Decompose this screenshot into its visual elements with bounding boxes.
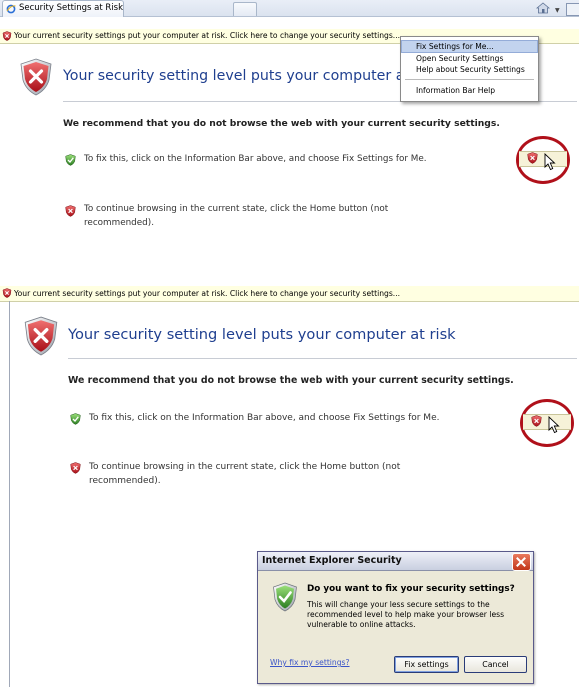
shield-x-icon <box>2 31 12 41</box>
shield-x-icon <box>24 316 58 356</box>
dialog-question: Do you want to fix your security setting… <box>307 584 515 594</box>
ie-logo-icon <box>6 4 16 14</box>
divider <box>68 358 577 359</box>
page-title: Your security setting level puts your co… <box>68 326 456 343</box>
tab-security-settings[interactable]: Security Settings at Risk <box>2 0 124 17</box>
tip-continue-line1: To continue browsing in the current stat… <box>84 204 389 214</box>
tip-fix-settings: To fix this, click on the Information Ba… <box>84 154 427 164</box>
information-bar[interactable]: Your current security settings put your … <box>0 286 579 302</box>
tip-continue-line2: recommended). <box>84 218 154 228</box>
cancel-button[interactable]: Cancel <box>464 656 527 673</box>
menu-item-open-security-settings[interactable]: Open Security Settings <box>402 53 537 64</box>
dialog-title: Internet Explorer Security <box>262 555 402 566</box>
shield-check-icon <box>65 154 76 166</box>
tab-title: Security Settings at Risk <box>19 3 124 13</box>
menu-item-fix-settings[interactable]: Fix Settings for Me... <box>401 40 538 53</box>
page-title: Your security setting level puts your co… <box>63 68 440 84</box>
highlight-circle <box>516 136 570 184</box>
recommendation-text: We recommend that you do not browse the … <box>68 375 514 386</box>
fix-settings-button[interactable]: Fix settings <box>394 656 459 673</box>
recommendation-text: We recommend that you do not browse the … <box>63 118 500 129</box>
shield-x-icon <box>2 288 12 298</box>
information-bar-text: Your current security settings put your … <box>14 31 401 40</box>
mouse-cursor-icon <box>544 153 556 171</box>
shield-x-icon <box>531 415 542 427</box>
menu-item-information-bar-help[interactable]: Information Bar Help <box>402 85 537 96</box>
feeds-button[interactable] <box>566 3 579 16</box>
security-dialog: Internet Explorer Security Do you want t… <box>257 551 534 684</box>
close-icon[interactable] <box>512 553 531 571</box>
highlight-circle <box>520 399 574 447</box>
infobar-context-menu: Fix Settings for Me... Open Security Set… <box>400 36 539 102</box>
tip-fix-settings: To fix this, click on the Information Ba… <box>89 413 440 423</box>
menu-item-label: Help about Security Settings <box>416 65 525 74</box>
browser-window-1: Security Settings at Risk ▼ Your current… <box>0 0 579 237</box>
home-icon[interactable] <box>536 2 550 14</box>
shield-check-icon <box>70 413 81 425</box>
tip-continue-line2: recommended). <box>89 476 161 486</box>
shield-x-icon <box>65 205 76 217</box>
dialog-title-bar[interactable]: Internet Explorer Security <box>258 552 533 571</box>
shield-x-icon <box>20 58 52 96</box>
menu-item-label: Fix Settings for Me... <box>416 42 494 51</box>
new-tab-button[interactable] <box>233 2 257 16</box>
why-fix-link[interactable]: Why fix my settings? <box>270 658 350 667</box>
information-bar-text: Your current security settings put your … <box>14 289 401 298</box>
shield-check-icon <box>273 582 297 612</box>
menu-separator <box>405 79 534 80</box>
dialog-body-text: This will change your less secure settin… <box>307 600 505 629</box>
menu-item-label: Information Bar Help <box>416 86 496 95</box>
shield-x-icon <box>527 152 538 164</box>
mouse-cursor-icon <box>548 416 560 434</box>
home-dropdown-arrow-icon[interactable]: ▼ <box>555 7 560 14</box>
menu-item-label: Open Security Settings <box>416 54 504 63</box>
menu-item-help-security-settings[interactable]: Help about Security Settings <box>402 64 537 75</box>
tip-continue-line1: To continue browsing in the current stat… <box>89 462 401 472</box>
shield-x-icon <box>70 462 81 474</box>
window-frame-left <box>9 301 10 687</box>
